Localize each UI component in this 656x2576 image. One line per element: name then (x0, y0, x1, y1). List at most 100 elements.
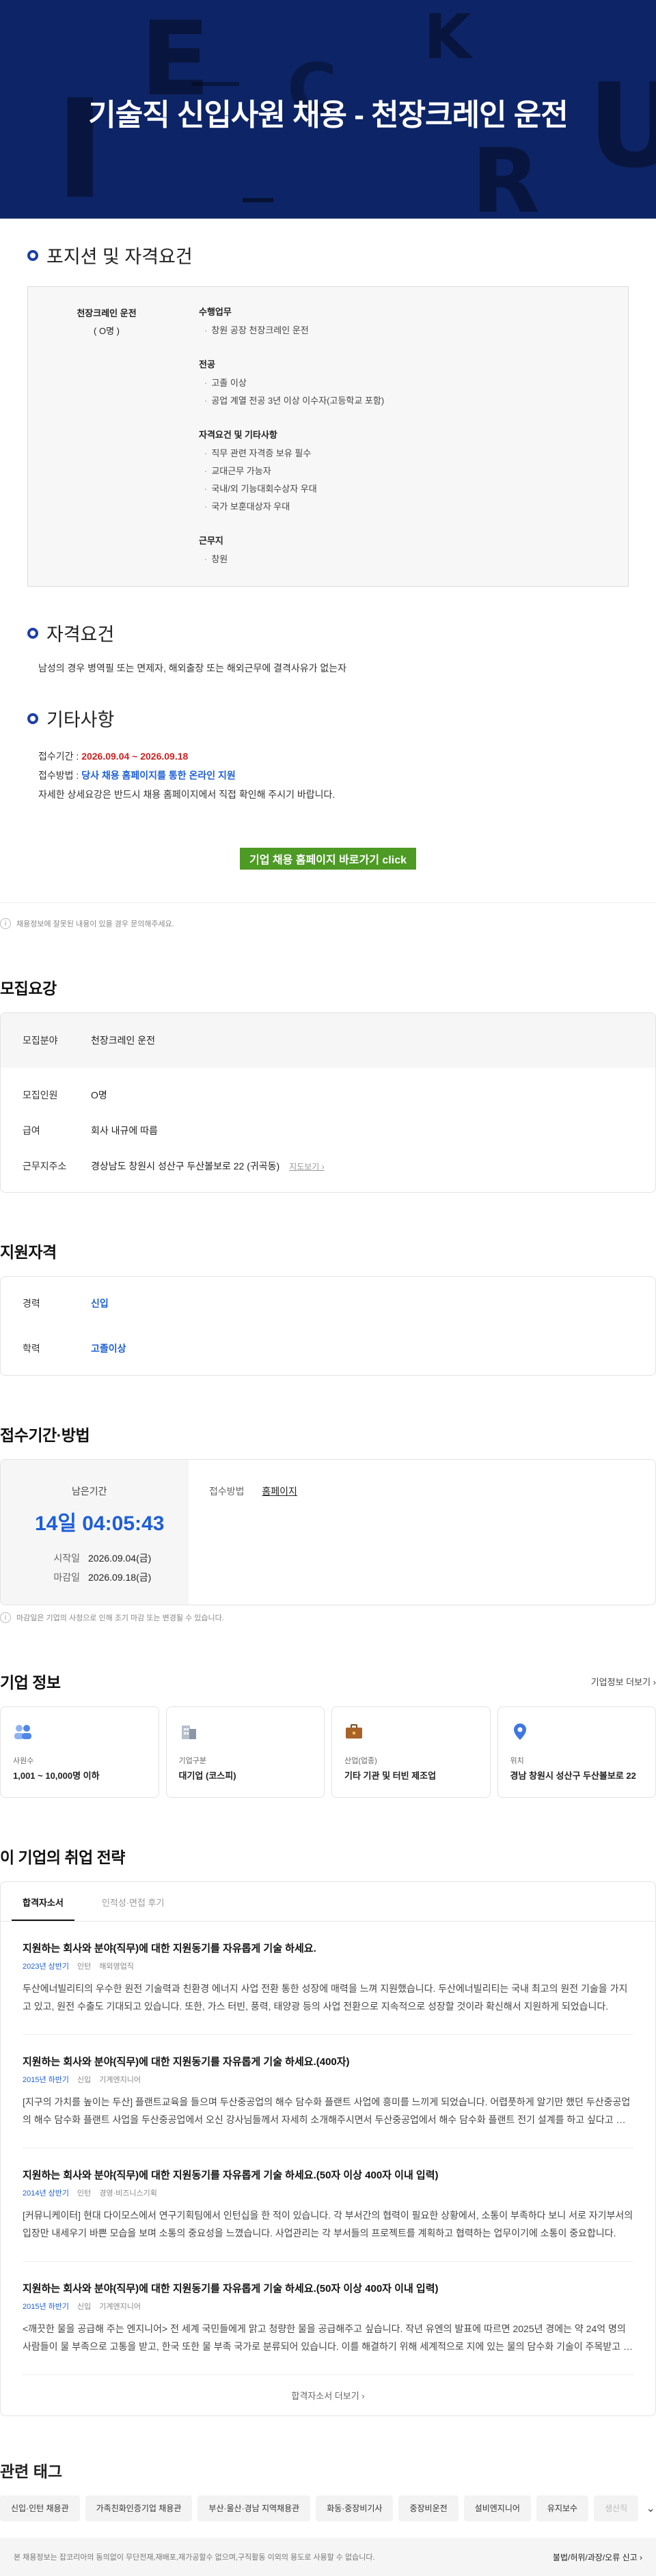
detail-item: 국가 보훈대상자 우대 (199, 498, 607, 516)
cover-letter-item[interactable]: 지원하는 회사와 분야(직무)에 대한 지원동기를 자유롭게 기술 하세요.(5… (23, 2148, 633, 2262)
tags-title: 관련 태그 (0, 2459, 656, 2482)
row-key: 학력 (23, 1342, 91, 1355)
row-key: 급여 (23, 1124, 91, 1137)
strategy-tabs: 합격자소서 인적성·면접 후기 (1, 1882, 655, 1922)
cover-letter-item[interactable]: 지원하는 회사와 분야(직무)에 대한 지원동기를 자유롭게 기술 하세요.(4… (23, 2035, 633, 2148)
cover-letter-answer: 두산에너빌리티의 우수한 원전 기술력과 친환경 에너지 사업 전환 통한 성장… (23, 1980, 633, 2015)
method-key: 접수방법 (209, 1486, 245, 1497)
detail-group: 근무지 창원 (199, 534, 607, 568)
method-link[interactable]: 홈페이지 (262, 1486, 297, 1497)
start-date-line: 시작일2026.09.04(금) (35, 1549, 189, 1568)
detail-item: 창원 공장 천장크레인 운전 (199, 322, 607, 340)
building-icon (179, 1722, 198, 1741)
cover-letter-answer: <깨끗한 물을 공급해 주는 엔지니어> 전 세계 국민들에게 맑고 청량한 물… (23, 2320, 633, 2355)
chevron-down-icon[interactable]: ⌄ (644, 2502, 656, 2515)
tag-item[interactable]: 설비엔지니어 (464, 2495, 531, 2521)
method-line: 접수방법 : 당사 채용 홈페이지를 통한 온라인 지원 (38, 766, 629, 785)
footer-bar: 본 채용정보는 잡코리아의 동의없이 무단전재,재배포,재가공할수 없으며,구직… (0, 2538, 656, 2576)
card-value: 기타 기관 및 터빈 제조업 (344, 1769, 478, 1782)
job-banner: E I C K U R 기술직 신입사원 채용 - 천장크레인 운전 (0, 0, 656, 219)
people-icon (13, 1722, 32, 1741)
cover-letter-answer: [지구의 가치를 높이는 두산] 플랜트교육을 들으며 두산중공업의 해수 담수… (23, 2093, 633, 2129)
tag-item[interactable]: 신입·인턴 채용관 (0, 2495, 80, 2521)
section-header: 기타사항 (27, 705, 629, 732)
position-box: 천장크레인 운전 ( O명 ) 수행업무 창원 공장 천장크레인 운전 전공 고… (27, 286, 629, 587)
qualification-row: 학력 고졸이상 (1, 1326, 655, 1371)
report-text[interactable]: 채용정보에 잘못된 내용이 있을 경우 문의해주세요. (16, 918, 174, 929)
tag-item[interactable]: 화동·중장비기사 (316, 2495, 393, 2521)
section-title: 자격요건 (46, 620, 114, 646)
cover-letter-meta: 2014년 상반기인턴경영·비즈니스기획 (23, 2187, 633, 2198)
card-key: 사원수 (13, 1755, 146, 1766)
tag-item[interactable]: 가족친화인증기업 채용관 (85, 2495, 193, 2521)
company-cards: 사원수 1,001 ~ 10,000명 이하 기업구분 대기업 (코스피) 산업… (0, 1706, 656, 1798)
start-key: 시작일 (35, 1549, 80, 1568)
banner-deco-bar (191, 82, 239, 86)
company-more-link[interactable]: 기업정보 더보기 › (591, 1675, 656, 1688)
position-count: ( O명 ) (28, 322, 185, 340)
company-card-type: 기업구분 대기업 (코스피) (166, 1706, 325, 1798)
company-card-location: 위치 경남 창원시 성산구 두산볼보로 22 (497, 1706, 656, 1798)
cover-letter-answer: [커뮤니케이터] 현대 다이모스에서 연구기획팀에서 인턴십을 한 적이 있습니… (23, 2206, 633, 2242)
end-date-line: 마감일2026.09.18(금) (35, 1568, 189, 1587)
detail-item: 국내/외 기능대회수상자 우대 (199, 480, 607, 498)
pin-icon (510, 1722, 530, 1741)
period-method: 접수방법 홈페이지 (189, 1460, 297, 1605)
detail-group-title: 전공 (199, 357, 607, 370)
period-countdown: 남은기간 14일 04:05:43 시작일2026.09.04(금) 마감일20… (1, 1460, 189, 1605)
briefcase-icon (344, 1722, 364, 1741)
section-title: 기타사항 (46, 705, 114, 732)
tag-item[interactable]: 유지보수 (536, 2495, 588, 2521)
row-value: O명 (91, 1088, 107, 1102)
field-key: 모집분야 (23, 1034, 91, 1047)
company-card-industry: 산업(업종) 기타 기관 및 터빈 제조업 (331, 1706, 491, 1798)
cover-letter-question: 지원하는 회사와 분야(직무)에 대한 지원동기를 자유롭게 기술 하세요.(5… (23, 2281, 633, 2295)
cover-letter-meta: 2023년 상반기인턴해외영업직 (23, 1961, 633, 1971)
detail-note: 자세한 상세요강은 반드시 채용 홈페이지에서 직접 확인해 주시기 바랍니다. (38, 785, 629, 804)
recruit-row: 근무지주소 경상남도 창원시 성산구 두산볼보로 22 (귀곡동) 지도보기 › (1, 1148, 655, 1184)
detail-item: 창원 (199, 551, 607, 568)
tab-interview-reviews[interactable]: 인적성·면접 후기 (102, 1882, 165, 1921)
bullet-circle-icon (27, 713, 38, 724)
field-value: 천장크레인 운전 (91, 1034, 155, 1047)
card-key: 위치 (510, 1755, 644, 1766)
banner-deco-bar (243, 198, 273, 202)
section-header: 자격요건 (27, 620, 629, 646)
row-value: 경상남도 창원시 성산구 두산볼보로 22 (귀곡동) (91, 1159, 279, 1173)
tag-item[interactable]: 생산직 (594, 2495, 638, 2521)
end-value: 2026.09.18(금) (88, 1572, 151, 1583)
tag-list: 신입·인턴 채용관 가족친화인증기업 채용관 부산·울산·경남 지역채용관 화동… (0, 2495, 656, 2521)
card-key: 산업(업종) (344, 1755, 478, 1766)
card-value: 1,001 ~ 10,000명 이하 (13, 1769, 146, 1782)
deadline-note: i 마감일은 기업의 사정으로 인해 조기 마감 또는 변경될 수 있습니다. (0, 1612, 656, 1623)
detail-group-title: 근무지 (199, 534, 607, 546)
recruit-card: 모집분야 천장크레인 운전 모집인원 O명 급여 회사 내규에 따름 근무지주소… (0, 1012, 656, 1193)
cover-letter-item[interactable]: 지원하는 회사와 분야(직무)에 대한 지원동기를 자유롭게 기술 하세요. 2… (23, 1922, 633, 2035)
remaining-label: 남은기간 (72, 1484, 189, 1498)
method-label: 접수방법 : (38, 770, 81, 781)
detail-item: 직무 관련 자격증 보유 필수 (199, 445, 607, 462)
cover-letter-question: 지원하는 회사와 분야(직무)에 대한 지원동기를 자유롭게 기술 하세요. (23, 1941, 633, 1955)
detail-item: 교대근무 가능자 (199, 462, 607, 480)
tag-item[interactable]: 부산·울산·경남 지역채용관 (197, 2495, 310, 2521)
banner-deco-letter: R (472, 137, 540, 219)
row-key: 모집인원 (23, 1088, 91, 1102)
cover-letter-item[interactable]: 지원하는 회사와 분야(직무)에 대한 지원동기를 자유롭게 기술 하세요.(5… (23, 2262, 633, 2375)
card-value: 경남 창원시 성산구 두산볼보로 22 (510, 1769, 644, 1782)
row-value: 고졸이상 (91, 1342, 126, 1355)
detail-item: 고졸 이상 (199, 374, 607, 392)
company-homepage-link[interactable]: 기업 채용 홈페이지 바로가기 click (240, 848, 416, 870)
report-link[interactable]: 불법/허위/과장/오류 신고 › (553, 2551, 642, 2563)
map-link[interactable]: 지도보기 › (289, 1161, 325, 1172)
tag-item[interactable]: 중장비운전 (398, 2495, 458, 2521)
period-card: 남은기간 14일 04:05:43 시작일2026.09.04(금) 마감일20… (0, 1459, 656, 1605)
period-label: 접수기간 : (38, 751, 81, 762)
position-summary: 천장크레인 운전 ( O명 ) (28, 305, 185, 568)
position-details: 수행업무 창원 공장 천장크레인 운전 전공 고졸 이상 공업 계열 전공 3년… (185, 305, 607, 568)
tab-cover-letters[interactable]: 합격자소서 (12, 1882, 74, 1921)
recruit-title: 모집요강 (0, 975, 656, 999)
qualification-card: 경력 신입 학력 고졸이상 (0, 1276, 656, 1376)
cover-letter-more-link[interactable]: 합격자소서 더보기 › (1, 2375, 655, 2415)
company-title: 기업 정보 (0, 1670, 61, 1693)
detail-group: 수행업무 창원 공장 천장크레인 운전 (199, 305, 607, 340)
